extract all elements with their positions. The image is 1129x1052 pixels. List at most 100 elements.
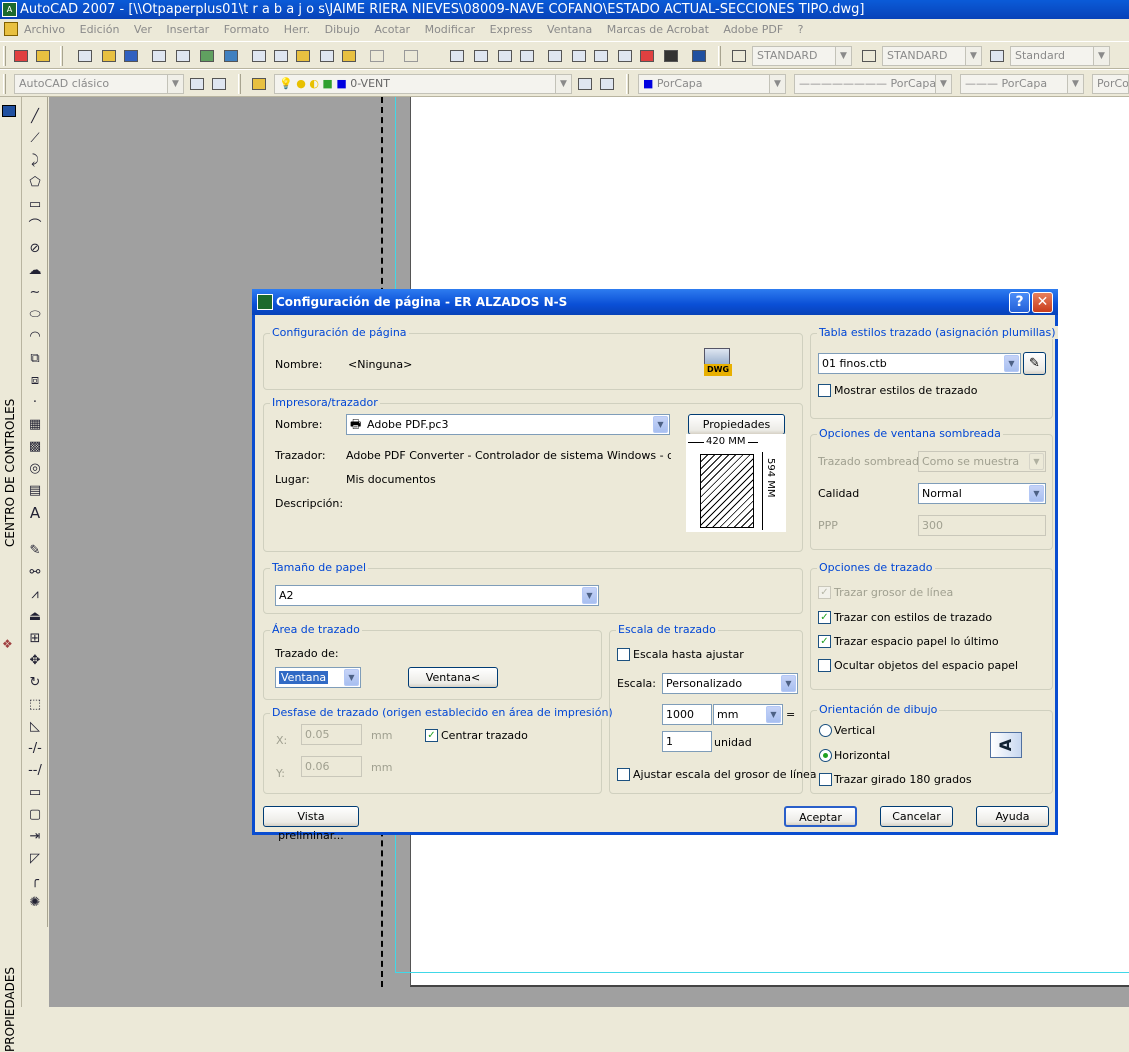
layer-unlock-icon[interactable]: ◐ [309,77,319,90]
chamfer-icon[interactable]: ◸ [27,851,43,867]
menu-insertar[interactable]: Insertar [166,19,209,41]
dialog-title-bar[interactable]: Configuración de página - ER ALZADOS N-S… [252,289,1058,315]
menu-ver[interactable]: Ver [134,19,152,41]
web-icon[interactable] [222,47,240,65]
properties-palette-icon[interactable]: ❖ [2,637,18,653]
ellipse-icon[interactable]: ⬭ [27,307,43,323]
pdf-settings-icon[interactable] [34,47,52,65]
chevron-down-icon[interactable]: ▼ [965,47,981,65]
line-icon[interactable]: ╱ [27,109,43,125]
text-style-icon[interactable] [730,47,748,65]
rectangle-icon[interactable]: ▭ [27,197,43,213]
publish-icon[interactable] [198,47,216,65]
properties-icon[interactable] [546,47,564,65]
layer-thaw-icon[interactable]: ● [296,77,306,90]
dpi-input[interactable]: 300 [918,515,1046,536]
mirror-icon[interactable]: ⩘ [27,587,43,603]
zoom-realtime-icon[interactable] [472,47,490,65]
linetype-select[interactable]: ———————— PorCapa ▼ [794,74,952,94]
make-current-layer-icon[interactable] [576,75,594,93]
pan-icon[interactable] [448,47,466,65]
display-plot-styles-checkbox[interactable] [818,384,831,397]
table-icon[interactable]: ▤ [27,483,43,499]
paste-icon[interactable] [294,47,312,65]
menu-adobe-pdf[interactable]: Adobe PDF [723,19,783,41]
plot-with-styles-checkbox[interactable]: ✓ [818,611,831,624]
chevron-down-icon[interactable]: ▼ [1004,355,1019,372]
dim-style-icon[interactable] [860,47,878,65]
preview-button[interactable]: Vista preliminar... [263,806,359,842]
chevron-down-icon[interactable]: ▼ [555,75,571,93]
plot-preview-icon[interactable] [174,47,192,65]
revision-cloud-icon[interactable]: ☁ [27,263,43,279]
cancel-button[interactable]: Cancelar [880,806,953,827]
toolbar-grip[interactable] [3,46,6,66]
chevron-down-icon[interactable]: ▼ [1029,453,1044,470]
document-icon[interactable] [4,22,18,36]
construction-line-icon[interactable]: ⟋ [27,131,43,147]
polygon-icon[interactable]: ⬠ [27,175,43,191]
workspace-save-icon[interactable] [210,75,228,93]
scale-unit-select[interactable]: mm ▼ [713,704,783,725]
plot-lineweights-checkbox[interactable]: ✓ [818,586,831,599]
center-plot-checkbox[interactable]: ✓ [425,729,438,742]
menu-help[interactable]: ? [798,19,804,41]
copy-object-icon[interactable]: ⚯ [27,565,43,581]
region-icon[interactable]: ◎ [27,461,43,477]
join-icon[interactable]: ⇥ [27,829,43,845]
menu-ventana[interactable]: Ventana [547,19,592,41]
layer-on-icon[interactable]: 💡 [279,77,293,90]
chevron-down-icon[interactable]: ▼ [1093,47,1109,65]
plot-icon[interactable] [150,47,168,65]
toolbar-grip[interactable] [718,46,721,66]
erase-icon[interactable]: ✎ [27,543,43,559]
zoom-previous-icon[interactable] [518,47,536,65]
printer-select[interactable]: 🖶 Adobe PDF.pc3 ▼ [346,414,670,435]
text-style-select[interactable]: STANDARD ▼ [752,46,852,66]
stretch-icon[interactable]: ◺ [27,719,43,735]
shade-plot-select[interactable]: Como se muestra ▼ [918,451,1046,472]
chevron-down-icon[interactable]: ▼ [344,669,359,686]
scale-icon[interactable]: ⬚ [27,697,43,713]
polyline-icon[interactable]: ⤸ [27,153,43,169]
plot-paperspace-last-checkbox[interactable]: ✓ [818,635,831,648]
make-block-icon[interactable]: ⧈ [27,373,43,389]
plot-upside-down-checkbox[interactable] [819,773,832,786]
toolbar-grip[interactable] [3,74,6,94]
block-editor-icon[interactable] [340,47,358,65]
multiline-text-icon[interactable]: A [27,505,43,521]
chevron-down-icon[interactable]: ▼ [935,75,951,93]
toolbar-grip[interactable] [238,74,241,94]
design-center-palette-icon[interactable] [2,105,16,117]
spline-icon[interactable]: ∼ [27,285,43,301]
insert-block-icon[interactable]: ⧉ [27,351,43,367]
offset-x-input[interactable]: 0.05 [301,724,362,745]
paper-size-select[interactable]: A2 ▼ [275,585,599,606]
open-icon[interactable] [100,47,118,65]
layer-select[interactable]: 💡 ● ◐ ■ ■ 0-VENT ▼ [274,74,572,94]
window-pick-button[interactable]: Ventana< [408,667,498,688]
markup-icon[interactable] [638,47,656,65]
pdf-create-icon[interactable] [12,47,30,65]
menu-modificar[interactable]: Modificar [425,19,476,41]
menu-acotar[interactable]: Acotar [374,19,410,41]
tool-palettes-icon[interactable] [592,47,610,65]
cut-icon[interactable] [250,47,268,65]
ellipse-arc-icon[interactable]: ◠ [27,329,43,345]
landscape-radio[interactable] [819,749,832,762]
properties-tab[interactable]: PROPIEDADES [3,967,17,1052]
fit-to-paper-checkbox[interactable] [617,648,630,661]
layer-previous-icon[interactable] [598,75,616,93]
chevron-down-icon[interactable]: ▼ [653,416,668,433]
toolbar-grip[interactable] [60,46,63,66]
point-icon[interactable]: · [27,395,43,411]
zoom-window-icon[interactable] [496,47,514,65]
design-center-icon[interactable] [570,47,588,65]
edit-plot-style-icon[interactable]: ✎ [1023,352,1046,375]
offset-icon[interactable]: ⏏ [27,609,43,625]
workspace-select[interactable]: AutoCAD clásico ▼ [14,74,184,94]
design-center-tab[interactable]: CENTRO DE CONTROLES [3,399,17,547]
chevron-down-icon[interactable]: ▼ [781,675,796,692]
menu-edicion[interactable]: Edición [80,19,120,41]
quality-select[interactable]: Normal ▼ [918,483,1046,504]
